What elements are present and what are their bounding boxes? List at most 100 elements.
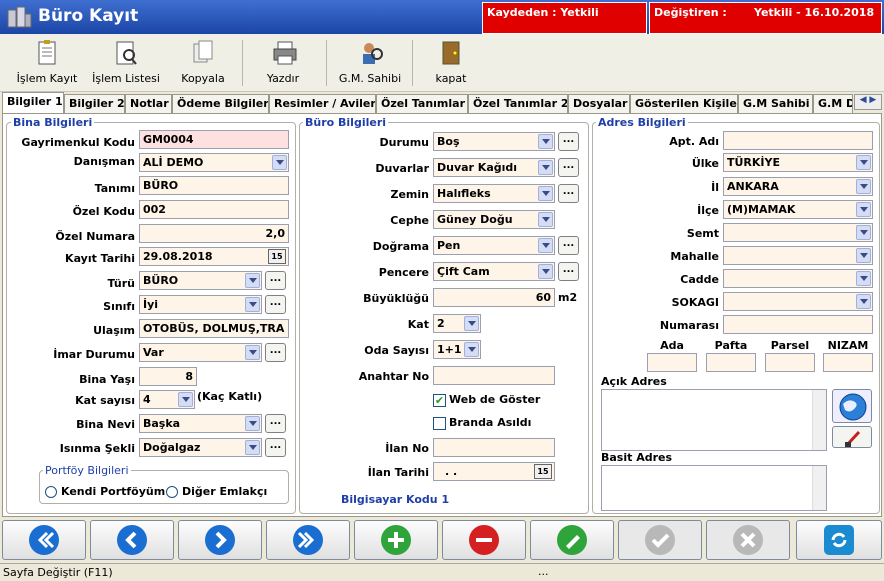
- turu-select[interactable]: BÜRO: [139, 271, 262, 290]
- kendi-portfoy-radio[interactable]: [45, 486, 57, 498]
- chevron-down-icon[interactable]: [538, 186, 553, 201]
- chevron-down-icon[interactable]: [464, 316, 479, 331]
- tab-bilgiler-1[interactable]: Bilgiler 1: [2, 92, 64, 114]
- gayrimenkul-kodu-input[interactable]: GM0004: [139, 130, 289, 149]
- pencere-select[interactable]: Çift Cam: [433, 262, 555, 281]
- bina-yasi-input[interactable]: 8: [139, 367, 197, 386]
- chevron-down-icon[interactable]: [245, 345, 260, 360]
- cancel-record-button[interactable]: [706, 520, 790, 560]
- zemin-select[interactable]: Halıfleks: [433, 184, 555, 203]
- basit-adres-textarea[interactable]: [601, 465, 827, 511]
- anahtar-no-input[interactable]: [433, 366, 555, 385]
- kopyala-button[interactable]: Kopyala: [166, 36, 240, 90]
- duvarlar-select[interactable]: Duvar Kağıdı: [433, 158, 555, 177]
- cephe-select[interactable]: Güney Doğu: [433, 210, 555, 229]
- tab-odeme-bilgileri[interactable]: Ödeme Bilgileri: [172, 94, 269, 113]
- prev-record-button[interactable]: [90, 520, 174, 560]
- tab-ozel-tanimlar-2[interactable]: Özel Tanımlar 2: [468, 94, 568, 113]
- chevron-down-icon[interactable]: [538, 160, 553, 175]
- chevron-down-icon[interactable]: [272, 155, 287, 170]
- calendar-icon[interactable]: 15: [534, 464, 552, 479]
- dograma-ellipsis-button[interactable]: ...: [558, 236, 579, 255]
- tab-gosterilen-kisiler[interactable]: Gösterilen Kişiler: [630, 94, 738, 113]
- scrollbar[interactable]: [812, 466, 826, 510]
- sinifi-ellipsis-button[interactable]: ...: [265, 295, 286, 314]
- turu-ellipsis-button[interactable]: ...: [265, 271, 286, 290]
- chevron-down-icon[interactable]: [245, 416, 260, 431]
- imar-durumu-select[interactable]: Var: [139, 343, 262, 362]
- apt-adi-input[interactable]: [723, 131, 873, 150]
- chevron-down-icon[interactable]: [856, 248, 871, 263]
- tab-bilgiler-2[interactable]: Bilgiler 2: [64, 94, 125, 113]
- numarasi-input[interactable]: [723, 315, 873, 334]
- ada-input[interactable]: [647, 353, 697, 372]
- oda-sayisi-select[interactable]: 1+1: [433, 340, 481, 359]
- bina-nevi-ellipsis-button[interactable]: ...: [265, 414, 286, 433]
- semt-select[interactable]: [723, 223, 873, 242]
- ulke-select[interactable]: TÜRKİYE: [723, 153, 873, 172]
- durumu-ellipsis-button[interactable]: ...: [558, 132, 579, 151]
- dograma-select[interactable]: Pen: [433, 236, 555, 255]
- islem-kayit-button[interactable]: İşlem Kayıt: [8, 36, 86, 90]
- ilan-no-input[interactable]: [433, 438, 555, 457]
- zemin-ellipsis-button[interactable]: ...: [558, 184, 579, 203]
- next-record-button[interactable]: [178, 520, 262, 560]
- buyuklugu-input[interactable]: 60: [433, 288, 555, 307]
- islem-listesi-button[interactable]: İşlem Listesi: [88, 36, 164, 90]
- web-de-goster-checkbox[interactable]: ✔: [433, 394, 446, 407]
- acik-adres-textarea[interactable]: [601, 389, 827, 451]
- danisman-select[interactable]: ALİ DEMO: [139, 153, 289, 172]
- tanimi-input[interactable]: BÜRO: [139, 176, 289, 195]
- chevron-down-icon[interactable]: [538, 212, 553, 227]
- chevron-down-icon[interactable]: [245, 440, 260, 455]
- il-select[interactable]: ANKARA: [723, 177, 873, 196]
- gm-sahibi-button[interactable]: G.M. Sahibi: [330, 36, 410, 90]
- parsel-input[interactable]: [765, 353, 815, 372]
- cadde-select[interactable]: [723, 269, 873, 288]
- chevron-down-icon[interactable]: [538, 134, 553, 149]
- kapat-button[interactable]: kapat: [416, 36, 486, 90]
- chevron-down-icon[interactable]: [856, 225, 871, 240]
- branda-asildi-checkbox[interactable]: [433, 417, 446, 430]
- kayit-tarihi-input[interactable]: 29.08.2018 15: [139, 247, 289, 266]
- refresh-button[interactable]: [796, 520, 882, 560]
- ulasim-input[interactable]: OTOBÜS, DOLMUŞ,TRA: [139, 319, 289, 338]
- imar-ellipsis-button[interactable]: ...: [265, 343, 286, 362]
- chevron-down-icon[interactable]: [856, 271, 871, 286]
- pencere-ellipsis-button[interactable]: ...: [558, 262, 579, 281]
- ozel-numara-input[interactable]: 2,0: [139, 224, 289, 243]
- calendar-icon[interactable]: 15: [268, 249, 286, 264]
- chevron-down-icon[interactable]: [856, 179, 871, 194]
- ozel-kodu-input[interactable]: 002: [139, 200, 289, 219]
- chevron-down-icon[interactable]: [538, 238, 553, 253]
- map-globe-button[interactable]: [832, 389, 872, 423]
- scrollbar[interactable]: [812, 390, 826, 450]
- first-record-button[interactable]: [2, 520, 86, 560]
- tab-dosyalar[interactable]: Dosyalar: [568, 94, 630, 113]
- chevron-down-icon[interactable]: [856, 202, 871, 217]
- ilan-tarihi-input[interactable]: . . 15: [433, 462, 555, 481]
- diger-emlakci-radio[interactable]: [166, 486, 178, 498]
- save-record-button[interactable]: [618, 520, 702, 560]
- tab-ozel-tanimlar[interactable]: Özel Tanımlar: [376, 94, 468, 113]
- sinifi-select[interactable]: İyi: [139, 295, 262, 314]
- delete-record-button[interactable]: [442, 520, 526, 560]
- address-edit-button[interactable]: [832, 426, 872, 448]
- sokagi-select[interactable]: [723, 292, 873, 311]
- chevron-down-icon[interactable]: [856, 155, 871, 170]
- bina-nevi-select[interactable]: Başka: [139, 414, 262, 433]
- chevron-down-icon[interactable]: [856, 294, 871, 309]
- durumu-select[interactable]: Boş: [433, 132, 555, 151]
- pafta-input[interactable]: [706, 353, 756, 372]
- add-record-button[interactable]: [354, 520, 438, 560]
- kat-select[interactable]: 2: [433, 314, 481, 333]
- chevron-down-icon[interactable]: [245, 273, 260, 288]
- tab-gm-sahibi[interactable]: G.M Sahibi: [738, 94, 813, 113]
- chevron-down-icon[interactable]: [245, 297, 260, 312]
- tab-notlar[interactable]: Notlar: [125, 94, 172, 113]
- tab-scroll-arrows[interactable]: ◀ ▶: [854, 94, 882, 110]
- last-record-button[interactable]: [266, 520, 350, 560]
- chevron-down-icon[interactable]: [464, 342, 479, 357]
- isinma-ellipsis-button[interactable]: ...: [265, 438, 286, 457]
- tab-gm-d[interactable]: G.M D: [813, 94, 853, 113]
